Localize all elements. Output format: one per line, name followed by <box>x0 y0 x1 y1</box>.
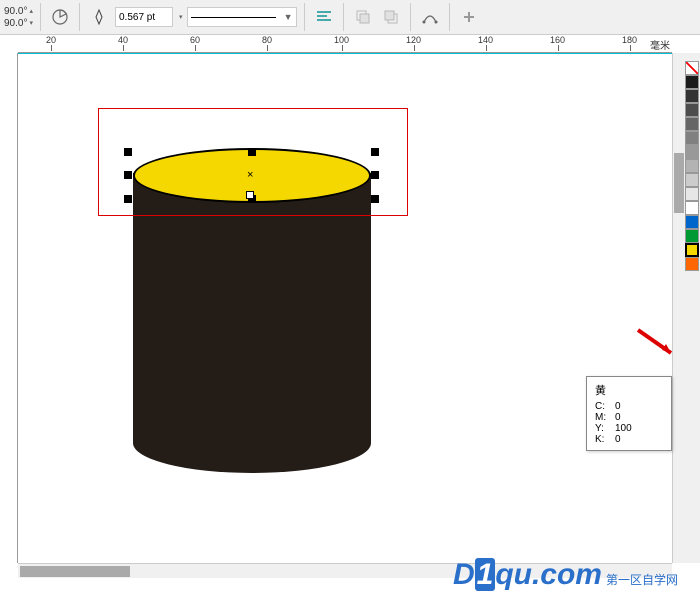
swatch-gray40[interactable] <box>685 159 699 173</box>
swatch-blue[interactable] <box>685 215 699 229</box>
outline-width-value: 0.567 pt <box>119 12 155 23</box>
line-style-dropdown[interactable]: ▼ <box>187 7 297 27</box>
ruler-tick: 100 <box>334 35 349 45</box>
line-style-preview <box>191 17 276 18</box>
y-degree-value[interactable]: 90.0 <box>4 18 23 29</box>
selection-handle[interactable] <box>371 148 379 156</box>
watermark-sub: 第一区自学网 <box>606 571 678 588</box>
ruler-tick: 180 <box>622 35 637 45</box>
stepper-icon[interactable]: ▾ <box>29 19 33 27</box>
selection-handle[interactable] <box>371 171 379 179</box>
guide-line[interactable] <box>18 53 672 54</box>
swatch-gray60[interactable] <box>685 131 699 145</box>
x-degree-value[interactable]: 90.0 <box>4 6 23 17</box>
swatch-green[interactable] <box>685 229 699 243</box>
wrap-text-icon[interactable] <box>312 5 336 29</box>
divider <box>40 3 41 31</box>
divider <box>304 3 305 31</box>
swatch-none[interactable] <box>685 61 699 75</box>
selection-handle[interactable] <box>124 171 132 179</box>
convert-curves-icon[interactable] <box>418 5 442 29</box>
swatch-gray70[interactable] <box>685 117 699 131</box>
to-front-icon[interactable] <box>351 5 375 29</box>
stepper-icon[interactable]: ▴ <box>29 7 33 15</box>
tooltip-y-value: 100 <box>615 423 632 434</box>
divider <box>449 3 450 31</box>
workspace: × <box>0 53 700 563</box>
swatch-gray50[interactable] <box>685 145 699 159</box>
swatch-white[interactable] <box>685 201 699 215</box>
swatch-gray20[interactable] <box>685 187 699 201</box>
chevron-down-icon: ▼ <box>284 12 293 22</box>
scrollbar-thumb[interactable] <box>674 153 684 213</box>
rotation-inputs: 90.0°▴ 90.0°▾ <box>4 6 33 29</box>
divider <box>79 3 80 31</box>
ruler-tick: 120 <box>406 35 421 45</box>
swatch-gray80[interactable] <box>685 103 699 117</box>
scrollbar-thumb[interactable] <box>20 566 130 577</box>
tooltip-m-value: 0 <box>615 412 621 423</box>
ruler-tick: 80 <box>262 35 272 45</box>
selection-center-icon: × <box>247 169 253 181</box>
horizontal-ruler: 20 40 60 80 100 120 140 160 180 毫米 <box>18 35 672 53</box>
selection-handle[interactable] <box>371 195 379 203</box>
color-palette <box>684 53 700 563</box>
plus-icon[interactable] <box>457 5 481 29</box>
divider <box>410 3 411 31</box>
to-back-icon[interactable] <box>379 5 403 29</box>
selection-handle[interactable] <box>248 148 256 156</box>
outline-width-input[interactable]: 0.567 pt <box>115 7 173 27</box>
watermark: D1qu.com 第一区自学网 <box>453 558 678 592</box>
ruler-tick: 140 <box>478 35 493 45</box>
color-tooltip: 黄 C:0 M:0 Y:100 K:0 <box>586 376 672 451</box>
drawing-canvas[interactable]: × <box>18 53 672 563</box>
swatch-gray30[interactable] <box>685 173 699 187</box>
pie-icon[interactable] <box>48 5 72 29</box>
divider <box>343 3 344 31</box>
ruler-tick: 160 <box>550 35 565 45</box>
stepper-icon[interactable]: ▾ <box>179 13 183 21</box>
swatch-black[interactable] <box>685 75 699 89</box>
pen-outline-icon[interactable] <box>87 5 111 29</box>
property-bar: 90.0°▴ 90.0°▾ 0.567 pt ▾ ▼ <box>0 0 700 35</box>
tooltip-c-value: 0 <box>615 401 621 412</box>
selection-origin-handle[interactable] <box>246 191 254 199</box>
tooltip-color-name: 黄 <box>595 382 663 398</box>
ruler-tick: 20 <box>46 35 56 45</box>
ruler-tick: 40 <box>118 35 128 45</box>
swatch-yellow[interactable] <box>685 243 699 257</box>
selection-handle[interactable] <box>124 195 132 203</box>
ruler-tick: 60 <box>190 35 200 45</box>
tooltip-k-value: 0 <box>615 434 621 445</box>
vertical-scrollbar[interactable] <box>672 53 684 563</box>
swatch-orange[interactable] <box>685 257 699 271</box>
vertical-ruler <box>0 53 18 563</box>
swatch-gray90[interactable] <box>685 89 699 103</box>
ruler-unit: 毫米 <box>650 37 670 52</box>
selection-handle[interactable] <box>124 148 132 156</box>
